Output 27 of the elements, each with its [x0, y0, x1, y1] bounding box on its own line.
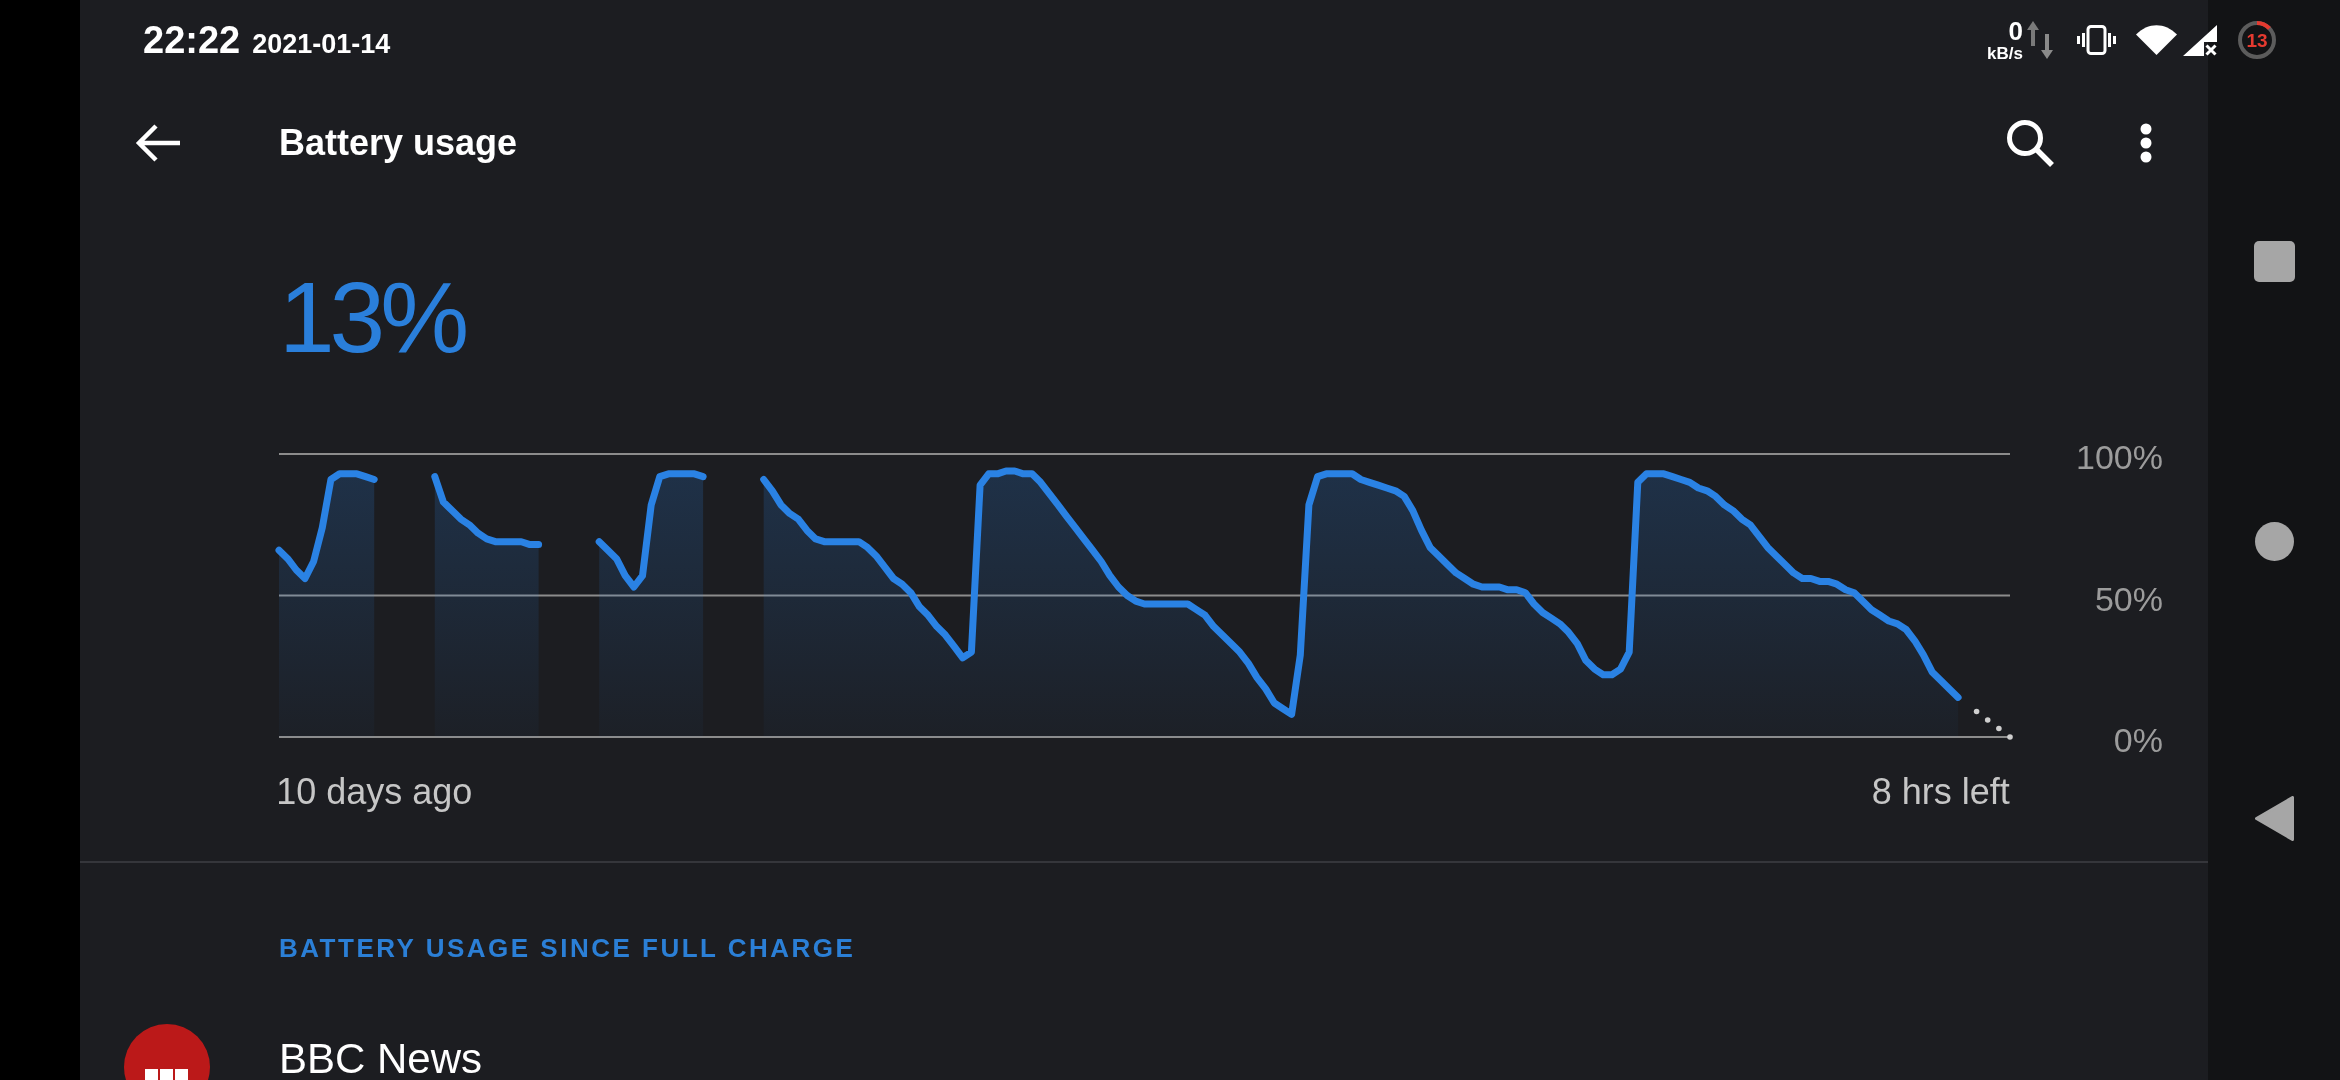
section-header: BATTERY USAGE SINCE FULL CHARGE: [279, 933, 856, 964]
screen-title: Battery usage: [279, 121, 518, 165]
battery-ring-icon: [2238, 21, 2276, 59]
battery-percentage: 13%: [279, 267, 465, 367]
projection-dotted-line: [1973, 708, 2013, 740]
triangle-icon: [2254, 796, 2294, 841]
app-logo-icon: [124, 1024, 210, 1080]
axis-label: 10 days ago: [276, 770, 473, 813]
battery-level-text: 13: [2246, 30, 2268, 50]
vibrate-icon: [2077, 25, 2116, 55]
axis-label: 50%: [2094, 578, 2163, 619]
signal-icon: [2183, 24, 2217, 56]
wifi-icon: [2136, 25, 2177, 55]
axis-label: 8 hrs left: [1871, 770, 2010, 813]
app-name: BBC News: [279, 1038, 483, 1080]
clock-time: 22:22: [143, 21, 241, 59]
search-icon: [2006, 119, 2054, 167]
network-speed-value: 0: [2008, 18, 2023, 44]
back-arrow-icon: [135, 123, 181, 163]
axis-label: 100%: [2076, 437, 2163, 477]
date-text: 2021-01-14: [252, 31, 391, 58]
network-speed-unit: kB/s: [1987, 45, 2023, 62]
square-icon: [2253, 241, 2295, 282]
axis-label: 0%: [2113, 720, 2163, 760]
more-options-icon: [2140, 123, 2152, 163]
data-transfer-arrows-icon: [2027, 20, 2053, 60]
circle-icon: [2254, 522, 2294, 561]
